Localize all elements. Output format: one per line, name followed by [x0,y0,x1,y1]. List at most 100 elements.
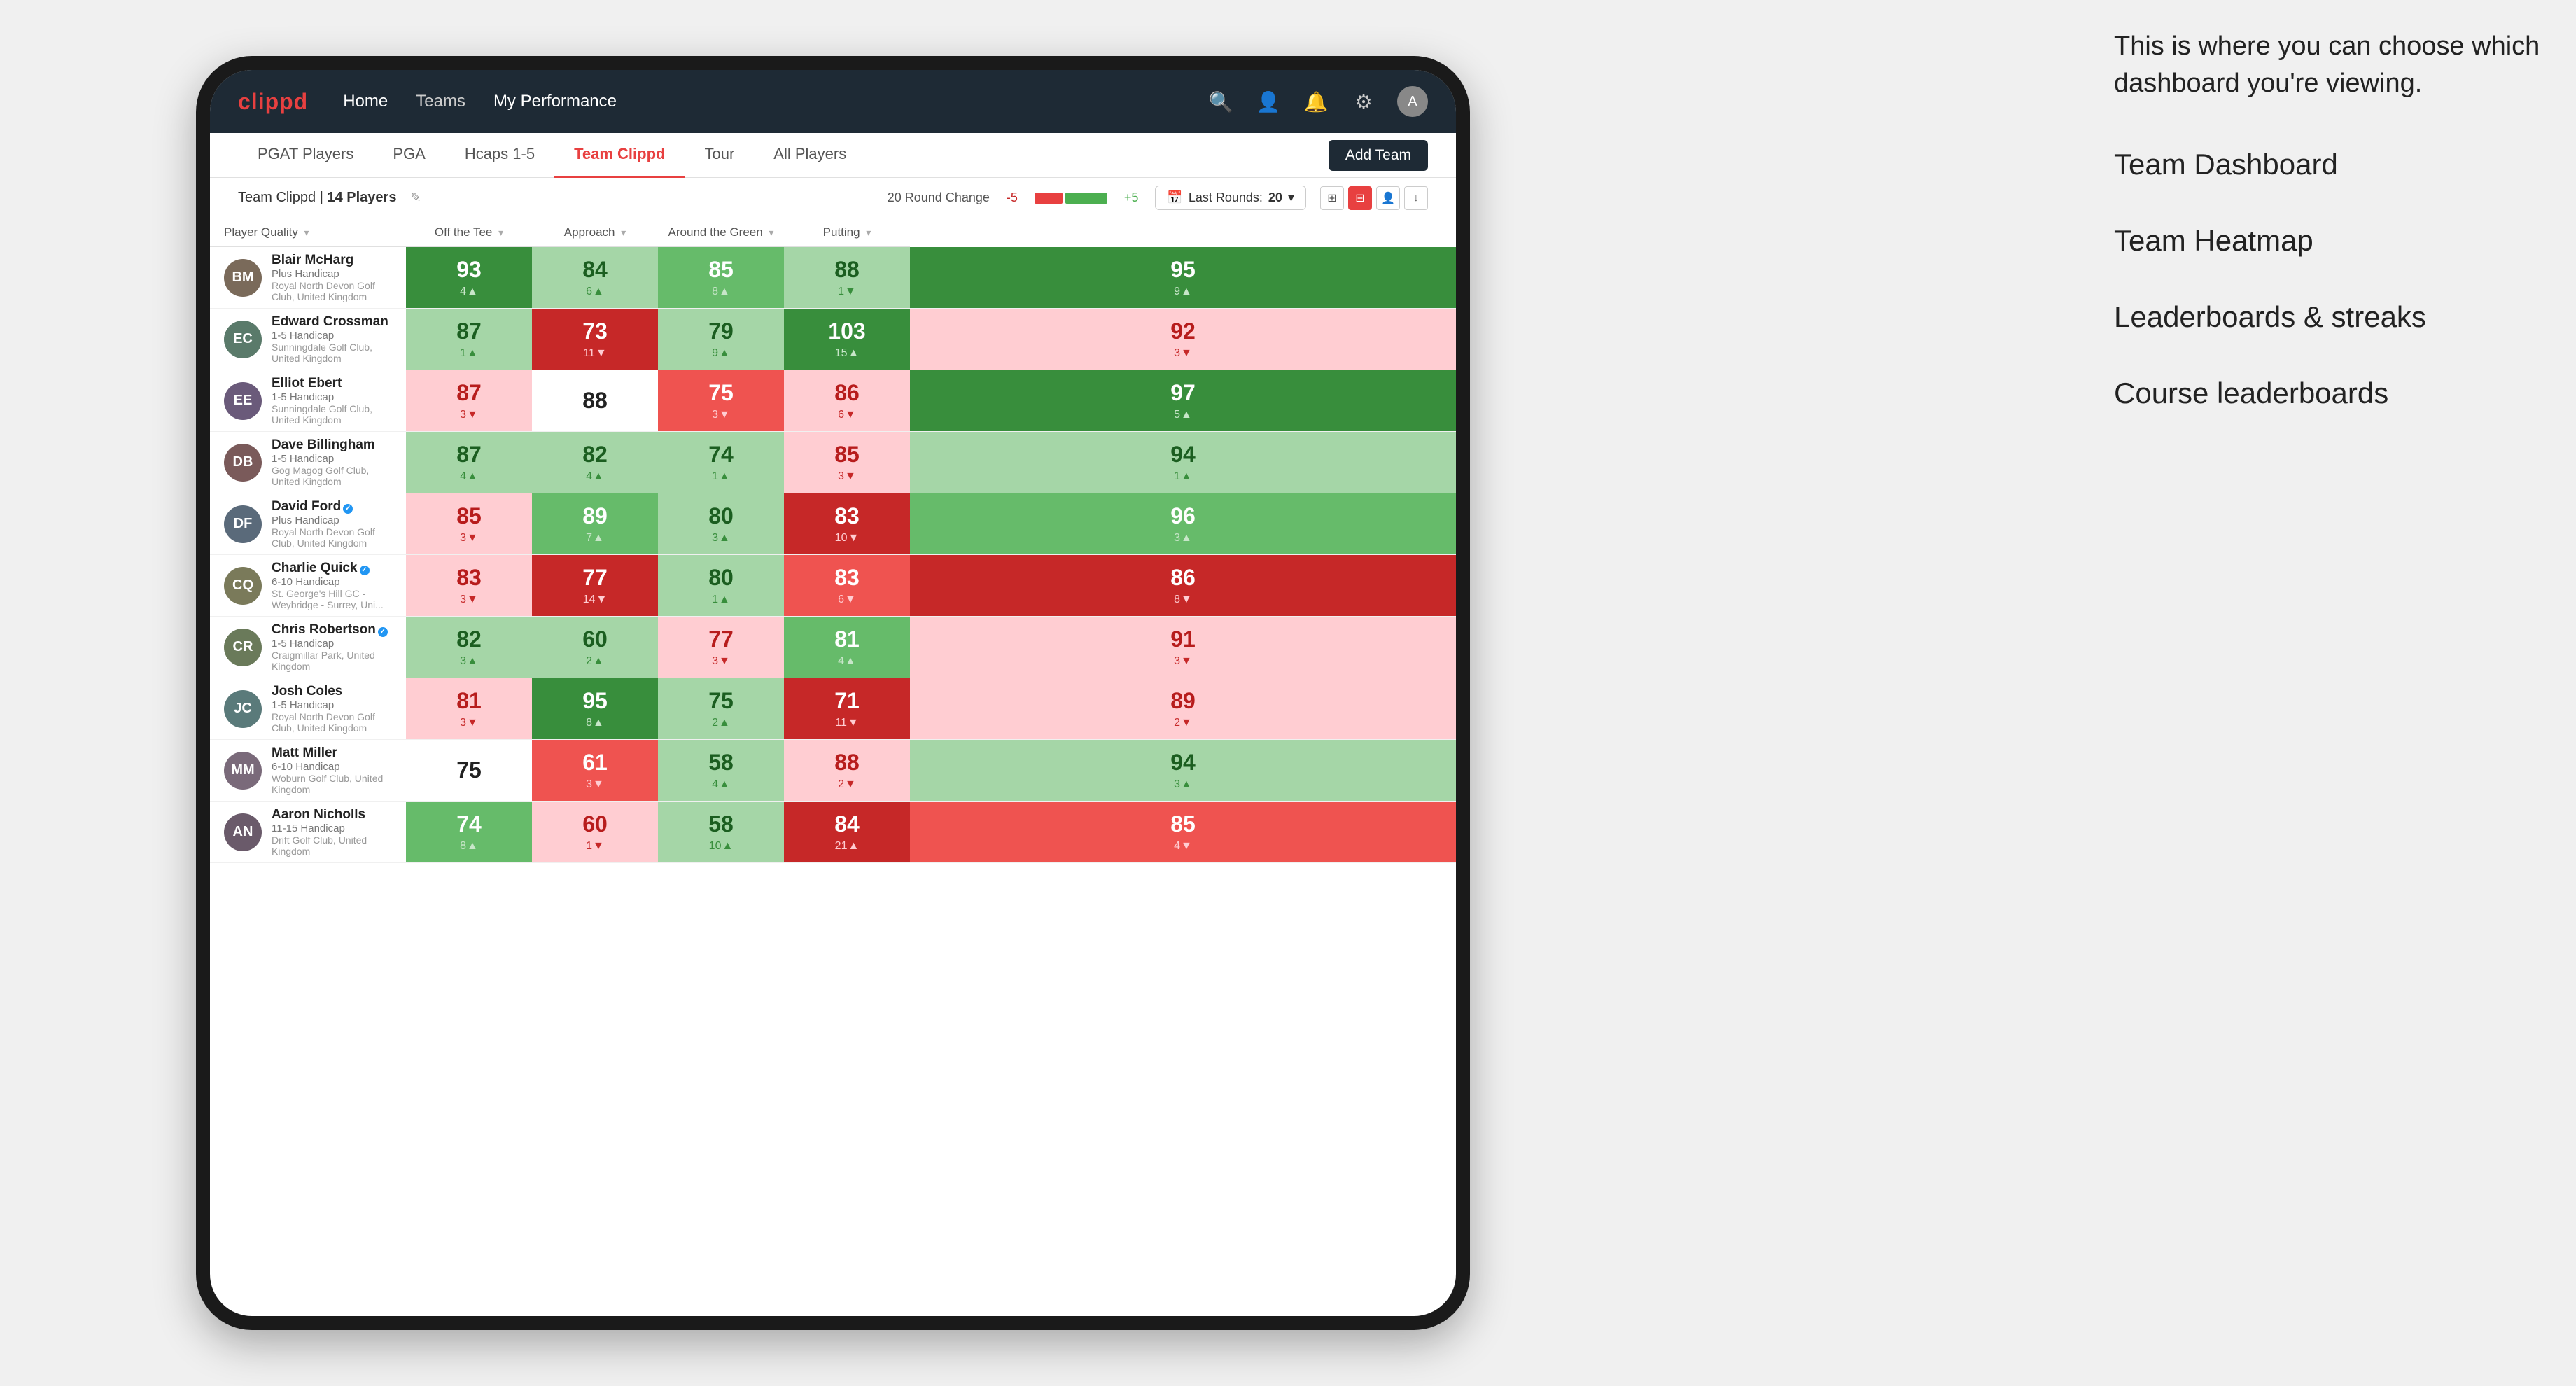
dashboard-option-0[interactable]: Team Dashboard [2114,144,2548,186]
score-box: 103 15▲ [784,309,910,370]
tab-hcaps[interactable]: Hcaps 1-5 [445,133,554,178]
tab-tour[interactable]: Tour [685,133,754,178]
dashboard-option-2[interactable]: Leaderboards & streaks [2114,297,2548,338]
dashboard-option-1[interactable]: Team Heatmap [2114,220,2548,262]
last-rounds-count: 20 [1268,190,1282,205]
download-button[interactable]: ↓ [1404,186,1428,210]
score-box: 93 4▲ [406,247,532,308]
player-cell-2[interactable]: EE Elliot Ebert 1-5 Handicap Sunningdale… [210,370,406,432]
table-row: EC Edward Crossman 1-5 Handicap Sunningd… [210,309,1456,370]
score-box: 85 3▼ [406,493,532,554]
score-inner: 81 4▲ [834,626,860,668]
score-inner: 85 8▲ [708,257,734,298]
score-main: 80 [708,503,734,529]
score-box: 86 6▼ [784,370,910,431]
score-box: 83 10▼ [784,493,910,554]
nav-my-performance[interactable]: My Performance [493,92,617,111]
score-change: 8▲ [712,286,730,298]
player-cell-1[interactable]: EC Edward Crossman 1-5 Handicap Sunningd… [210,309,406,370]
player-cell-7[interactable]: JC Josh Coles 1-5 Handicap Royal North D… [210,678,406,740]
score-cell-player_quality-6: 82 3▲ [406,617,532,678]
tab-all-players[interactable]: All Players [754,133,866,178]
score-cell-off_tee-3: 82 4▲ [532,432,658,493]
last-rounds-button[interactable]: 📅 Last Rounds: 20 ▾ [1155,186,1306,210]
score-box: 71 11▼ [784,678,910,739]
score-change: 9▲ [712,347,730,360]
col-player-quality: Player Quality ▾ [210,218,406,247]
score-main: 85 [1170,811,1196,837]
last-rounds-label: Last Rounds: [1189,190,1263,205]
table-row: CQ Charlie Quick✓ 6-10 Handicap St. Geor… [210,555,1456,617]
score-box: 82 4▲ [532,432,658,493]
player-cell-0[interactable]: BM Blair McHarg Plus Handicap Royal Nort… [210,247,406,309]
user-avatar[interactable]: A [1397,86,1428,117]
tab-team-clippd[interactable]: Team Clippd [554,133,685,178]
tabs-bar: PGAT Players PGA Hcaps 1-5 Team Clippd T… [210,133,1456,178]
score-cell-player_quality-7: 81 3▼ [406,678,532,740]
tab-pgat-players[interactable]: PGAT Players [238,133,373,178]
score-change: 21▲ [835,840,860,853]
nav-teams[interactable]: Teams [416,92,465,111]
player-info: Chris Robertson✓ 1-5 Handicap Craigmilla… [272,622,399,672]
score-change: 1▲ [1174,470,1192,483]
col-approach: Approach ▾ [532,218,658,247]
player-name: Edward Crossman [272,314,399,330]
score-inner: 88 [582,388,608,414]
score-cell-player_quality-4: 85 3▼ [406,493,532,555]
score-change: 6▲ [586,286,604,298]
ipad-screen: clippd Home Teams My Performance 🔍 👤 🔔 ⚙… [210,70,1456,1316]
player-cell-9[interactable]: AN Aaron Nicholls 11-15 Handicap Drift G… [210,802,406,863]
player-avatar: MM [224,752,262,790]
player-cell-4[interactable]: DF David Ford✓ Plus Handicap Royal North… [210,493,406,555]
score-cell-approach-2: 75 3▼ [658,370,784,432]
score-change: 10▼ [835,532,860,545]
score-main: 89 [1170,688,1196,714]
heatmap-view-button[interactable]: ⊟ [1348,186,1372,210]
score-inner: 73 11▼ [582,318,608,360]
player-club: Royal North Devon Golf Club, United King… [272,526,399,549]
score-change: 2▼ [1174,717,1192,729]
nav-home[interactable]: Home [343,92,388,111]
add-team-button[interactable]: Add Team [1329,140,1428,171]
player-avatar: EC [224,321,262,358]
score-box: 85 3▼ [784,432,910,493]
settings-icon[interactable]: ⚙ [1350,88,1378,115]
score-main: 86 [834,380,860,406]
player-cell-8[interactable]: MM Matt Miller 6-10 Handicap Woburn Golf… [210,740,406,802]
player-name: Charlie Quick✓ [272,561,399,576]
chart-view-button[interactable]: 👤 [1376,186,1400,210]
score-main: 61 [582,750,608,776]
table-row: AN Aaron Nicholls 11-15 Handicap Drift G… [210,802,1456,863]
dashboard-option-3[interactable]: Course leaderboards [2114,373,2548,414]
navbar-links: Home Teams My Performance [343,92,1207,111]
score-box: 95 9▲ [910,247,1456,309]
player-info: Dave Billingham 1-5 Handicap Gog Magog G… [272,438,399,487]
user-icon[interactable]: 👤 [1254,88,1282,115]
player-avatar: DB [224,444,262,482]
player-avatar: CQ [224,567,262,605]
score-inner: 60 1▼ [582,811,608,853]
search-icon[interactable]: 🔍 [1207,88,1235,115]
score-inner: 75 3▼ [708,380,734,421]
player-handicap: 6-10 Handicap [272,576,399,588]
player-cell-3[interactable]: DB Dave Billingham 1-5 Handicap Gog Mago… [210,432,406,493]
player-cell-6[interactable]: CR Chris Robertson✓ 1-5 Handicap Craigmi… [210,617,406,678]
score-main: 95 [1170,257,1196,283]
tab-pga[interactable]: PGA [373,133,444,178]
score-cell-off_tee-5: 77 14▼ [532,555,658,617]
score-change: 2▼ [838,778,856,791]
annotation-intro: This is where you can choose which dashb… [2114,28,2548,102]
score-inner: 82 4▲ [582,442,608,483]
score-inner: 58 4▲ [708,750,734,791]
score-main: 93 [456,257,482,283]
score-box: 75 [406,740,532,801]
bell-icon[interactable]: 🔔 [1302,88,1330,115]
grid-view-button[interactable]: ⊞ [1320,186,1344,210]
score-main: 60 [582,626,608,652]
player-cell-5[interactable]: CQ Charlie Quick✓ 6-10 Handicap St. Geor… [210,555,406,617]
score-box: 61 3▼ [532,740,658,801]
player-avatar: JC [224,690,262,728]
score-cell-approach-3: 74 1▲ [658,432,784,493]
score-cell-player_quality-2: 87 3▼ [406,370,532,432]
edit-icon[interactable]: ✎ [410,190,421,205]
